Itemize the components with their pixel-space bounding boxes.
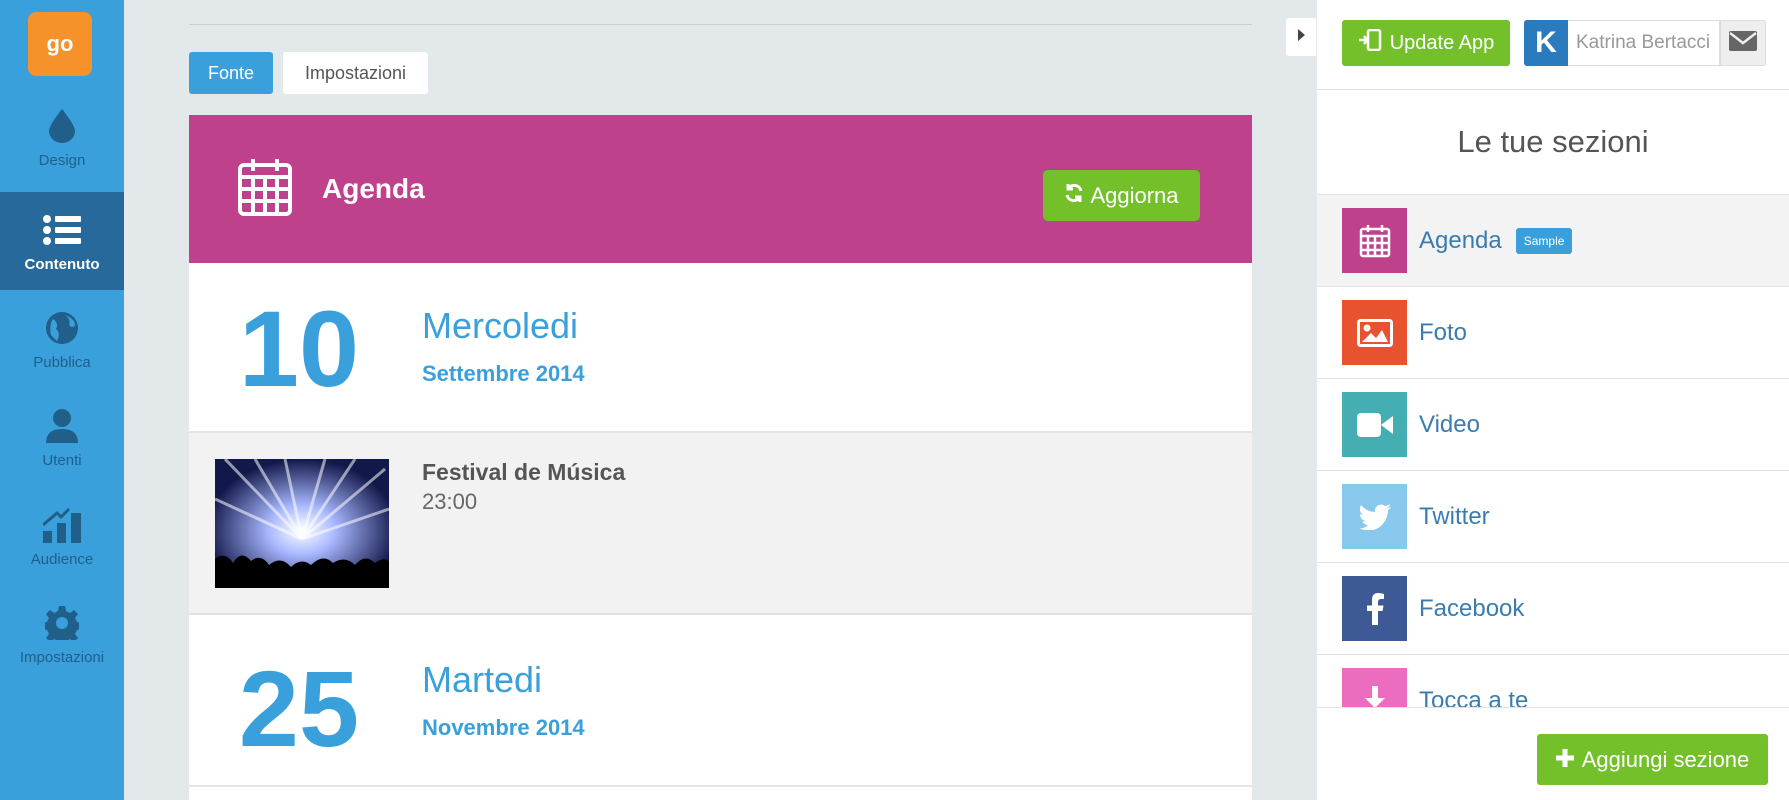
left-sidebar: go Design Contenuto Pubblica Utenti Audi…	[0, 0, 124, 800]
nav-item-impostazioni[interactable]: Impostazioni	[0, 585, 124, 683]
refresh-button[interactable]: Aggiorna	[1043, 170, 1200, 221]
facebook-icon	[1342, 576, 1407, 641]
refresh-label: Aggiorna	[1090, 182, 1179, 208]
calendar-icon	[1342, 208, 1407, 273]
section-label: Twitter	[1419, 503, 1490, 530]
weekday: Mercoledi	[422, 305, 579, 346]
nav-label: Audience	[30, 550, 94, 568]
refresh-icon	[1064, 183, 1084, 209]
sample-badge: Sample	[1515, 228, 1573, 254]
agenda-preview-panel: Agenda Aggiorna 10 Mercoledi Settembre 2…	[189, 115, 1252, 800]
month-year: Settembre 2014	[422, 361, 585, 386]
sections-list: Agenda Sample Foto Video Twitter Faceboo…	[1317, 195, 1789, 707]
nav-item-audience[interactable]: Audience	[0, 487, 124, 585]
agenda-header: Agenda Aggiorna	[189, 115, 1252, 263]
device-push-icon	[1358, 28, 1382, 57]
sections-title: Le tue sezioni	[1317, 90, 1789, 195]
drop-icon	[42, 106, 82, 146]
section-item-agenda[interactable]: Agenda Sample	[1317, 195, 1789, 287]
avatar[interactable]: K	[1524, 20, 1568, 66]
video-icon	[1342, 392, 1407, 457]
divider	[189, 24, 1252, 25]
update-app-button[interactable]: Update App	[1342, 20, 1510, 66]
agenda-title: Agenda	[322, 173, 425, 204]
gear-icon	[42, 603, 82, 643]
section-item-video[interactable]: Video	[1317, 379, 1789, 471]
section-item-foto[interactable]: Foto	[1317, 287, 1789, 379]
add-section-label: Aggiungi sezione	[1581, 746, 1750, 772]
globe-icon	[42, 308, 82, 348]
bar-chart-icon	[42, 505, 82, 545]
event-time: 23:00	[422, 489, 478, 514]
section-label-wrap: Agenda Sample	[1419, 195, 1573, 287]
weekday: Martedi	[422, 659, 543, 700]
plus-icon	[1555, 747, 1574, 773]
section-item-tocca-a-te[interactable]: Tocca a te	[1317, 655, 1789, 707]
caret-right-icon	[1296, 28, 1306, 47]
tab-label: Impostazioni	[304, 62, 407, 83]
mail-button[interactable]	[1720, 20, 1766, 66]
tab-label: Fonte	[207, 62, 255, 83]
user-icon	[42, 406, 82, 446]
envelope-icon	[1729, 30, 1757, 56]
top-bar: Update App K Katrina Bertacci	[1317, 0, 1789, 90]
main-content: Fonte Impostazioni Agenda Aggiorna 10 Me…	[124, 0, 1317, 800]
collapse-panel-button[interactable]	[1286, 18, 1316, 56]
calendar-icon	[237, 157, 293, 217]
logo-text: go	[46, 31, 74, 56]
add-section-button[interactable]: Aggiungi sezione	[1537, 734, 1768, 785]
section-label: Tocca a te	[1419, 687, 1529, 707]
list-icon	[42, 210, 82, 250]
nav-label: Utenti	[42, 451, 82, 469]
section-label: Video	[1419, 411, 1480, 438]
day-header-row[interactable]: 10 Mercoledi Settembre 2014	[189, 263, 1252, 433]
section-label: Agenda	[1419, 227, 1502, 254]
tab-fonte[interactable]: Fonte	[189, 52, 273, 94]
day-number: 25	[238, 648, 360, 769]
section-label: Foto	[1419, 319, 1468, 346]
twitter-icon	[1342, 484, 1407, 549]
section-item-facebook[interactable]: Facebook	[1317, 563, 1789, 655]
update-app-label: Update App	[1389, 31, 1495, 54]
user-name[interactable]: Katrina Bertacci	[1568, 20, 1720, 66]
event-title: Festival de Música	[422, 459, 626, 485]
section-label: Facebook	[1419, 595, 1525, 622]
event-thumbnail	[215, 459, 389, 588]
sections-panel: Update App K Katrina Bertacci Le tue sez…	[1317, 0, 1789, 800]
tab-impostazioni[interactable]: Impostazioni	[283, 52, 428, 94]
download-icon	[1342, 668, 1407, 707]
nav-item-utenti[interactable]: Utenti	[0, 388, 124, 486]
nav-item-design[interactable]: Design	[0, 88, 124, 186]
day-number: 10	[238, 288, 360, 409]
event-row[interactable]: Festival de Música 23:00	[189, 433, 1252, 615]
nav-label: Pubblica	[33, 353, 91, 371]
app-logo[interactable]: go	[28, 12, 92, 76]
month-year: Novembre 2014	[422, 715, 585, 740]
bottom-bar: Aggiungi sezione	[1317, 707, 1789, 800]
nav-label: Impostazioni	[19, 648, 105, 666]
nav-item-contenuto[interactable]: Contenuto	[0, 192, 124, 290]
nav-item-pubblica[interactable]: Pubblica	[0, 290, 124, 388]
image-icon	[1342, 300, 1407, 365]
day-header-row[interactable]: 25 Martedi Novembre 2014	[189, 617, 1252, 787]
nav-label: Design	[38, 151, 86, 169]
section-item-twitter[interactable]: Twitter	[1317, 471, 1789, 563]
nav-label: Contenuto	[24, 255, 100, 273]
